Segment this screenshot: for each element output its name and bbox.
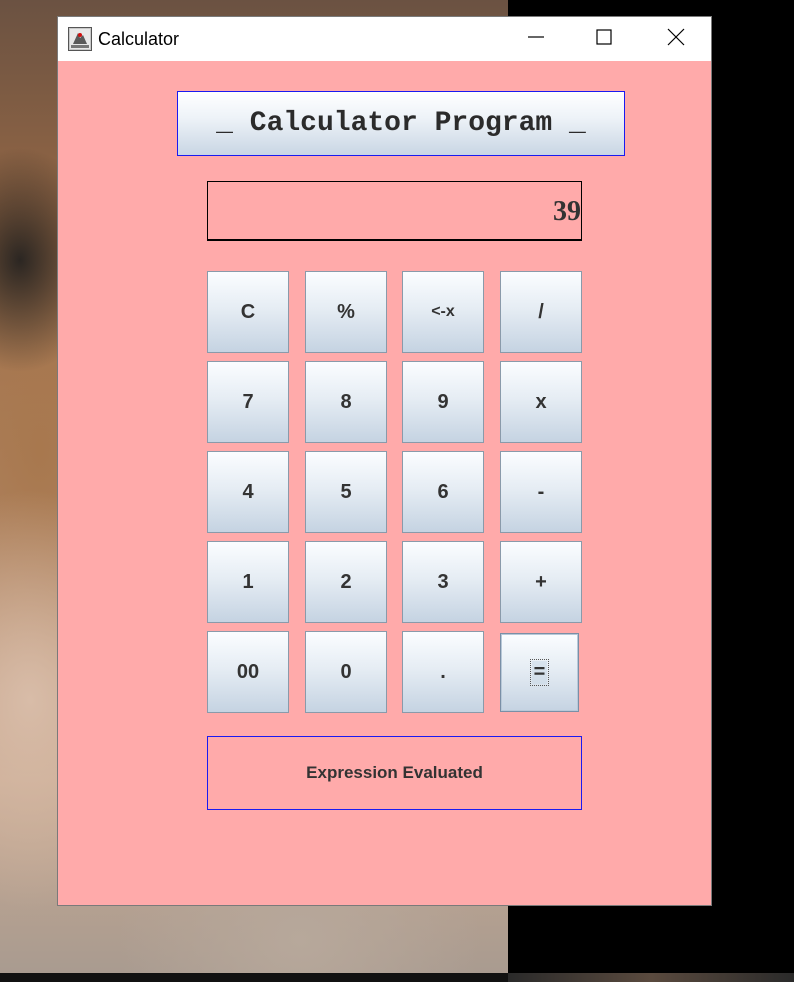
key-label: C bbox=[240, 300, 256, 323]
key-label: 1 bbox=[242, 570, 254, 593]
digit-4-button[interactable]: 4 bbox=[207, 451, 289, 533]
close-icon bbox=[667, 28, 685, 51]
key-label: 00 bbox=[236, 660, 260, 683]
key-label: <-x bbox=[431, 303, 455, 320]
close-button[interactable] bbox=[642, 17, 710, 61]
key-label: . bbox=[440, 660, 446, 683]
key-label: % bbox=[337, 300, 355, 323]
digit-0-button[interactable]: 0 bbox=[305, 631, 387, 713]
key-label: = bbox=[529, 659, 550, 686]
keypad: C% <-x/7 8 9 x 4 5 6-1 2 3 +00 0. = bbox=[207, 271, 582, 713]
percent-button[interactable]: % bbox=[305, 271, 387, 353]
status-label: Expression Evaluated bbox=[306, 763, 483, 782]
subtract-button[interactable]: - bbox=[500, 451, 582, 533]
minimize-button[interactable] bbox=[502, 17, 570, 61]
key-label: - bbox=[537, 480, 545, 503]
key-label: 0 bbox=[340, 660, 352, 683]
digit-3-button[interactable]: 3 bbox=[402, 541, 484, 623]
key-label: 4 bbox=[242, 480, 254, 503]
digit-9-button[interactable]: 9 bbox=[402, 361, 484, 443]
key-label: / bbox=[538, 300, 544, 323]
desktop-bottom-strip bbox=[0, 973, 508, 982]
backspace-button[interactable]: <-x bbox=[402, 271, 484, 353]
key-label: 9 bbox=[437, 390, 449, 413]
status-panel: Expression Evaluated bbox=[207, 736, 582, 810]
digit-1-button[interactable]: 1 bbox=[207, 541, 289, 623]
desktop-strip bbox=[508, 973, 794, 982]
key-label: 7 bbox=[242, 390, 254, 413]
key-label: 3 bbox=[437, 570, 449, 593]
heading-label: _ Calculator Program _ bbox=[216, 108, 586, 139]
title-bar[interactable]: Calculator bbox=[58, 17, 711, 61]
window-title: Calculator bbox=[98, 29, 180, 49]
key-label: x bbox=[535, 390, 547, 413]
display-value: 39 bbox=[553, 196, 581, 227]
result-display: 39 bbox=[207, 181, 582, 241]
minimize-icon bbox=[527, 28, 545, 51]
maximize-icon bbox=[595, 28, 613, 51]
digit-7-button[interactable]: 7 bbox=[207, 361, 289, 443]
clear-button[interactable]: C bbox=[207, 271, 289, 353]
key-label: 6 bbox=[437, 480, 449, 503]
equals-button[interactable]: = bbox=[500, 633, 579, 712]
multiply-button[interactable]: x bbox=[500, 361, 582, 443]
calculator-window: Calculator _ Calculator Program _ 39 C% <… bbox=[58, 17, 711, 905]
key-label: 8 bbox=[340, 390, 352, 413]
add-button[interactable]: + bbox=[500, 541, 582, 623]
digit-8-button[interactable]: 8 bbox=[305, 361, 387, 443]
key-label: + bbox=[535, 570, 547, 593]
program-heading: _ Calculator Program _ bbox=[177, 91, 625, 156]
key-label: 2 bbox=[340, 570, 352, 593]
maximize-button[interactable] bbox=[570, 17, 638, 61]
digit-6-button[interactable]: 6 bbox=[402, 451, 484, 533]
java-app-icon bbox=[68, 27, 92, 51]
digit-5-button[interactable]: 5 bbox=[305, 451, 387, 533]
divide-button[interactable]: / bbox=[500, 271, 582, 353]
decimal-button[interactable]: . bbox=[402, 631, 484, 713]
double-zero-button[interactable]: 00 bbox=[207, 631, 289, 713]
key-label: 5 bbox=[340, 480, 352, 503]
digit-2-button[interactable]: 2 bbox=[305, 541, 387, 623]
